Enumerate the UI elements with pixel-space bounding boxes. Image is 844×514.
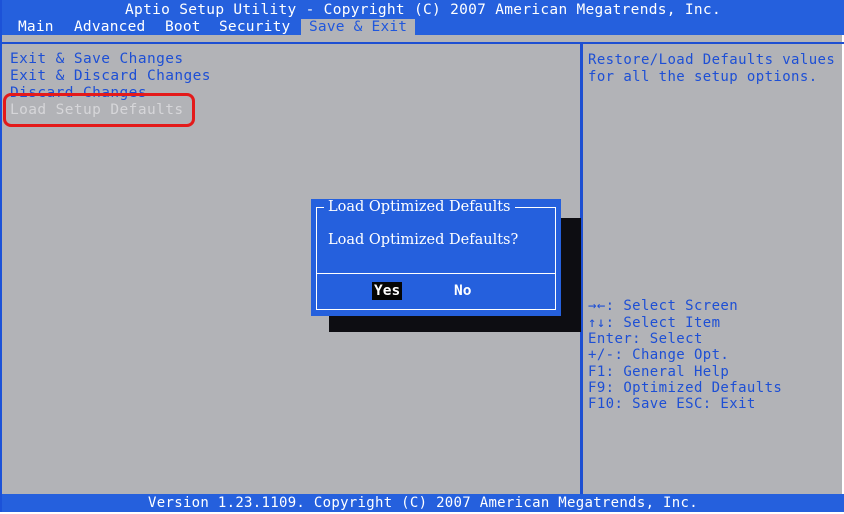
- dialog-separator: [316, 273, 556, 274]
- tab-save-exit[interactable]: Save & Exit: [301, 19, 416, 35]
- selection-highlight-ring: [3, 93, 195, 127]
- tab-boot[interactable]: Boot: [165, 19, 201, 35]
- bios-screen: Aptio Setup Utility - Copyright (C) 2007…: [0, 0, 844, 512]
- menu-item-exit-discard[interactable]: Exit & Discard Changes: [10, 68, 211, 84]
- help-key-select-item: ↑↓: Select Item: [588, 315, 721, 331]
- top-divider: [2, 42, 844, 44]
- help-key-select-screen: →←: Select Screen: [588, 298, 739, 314]
- help-key-enter: Enter: Select: [588, 331, 703, 347]
- help-key-save-exit: F10: Save ESC: Exit: [588, 396, 756, 412]
- no-button[interactable]: No: [452, 282, 473, 300]
- menu-item-exit-save[interactable]: Exit & Save Changes: [10, 51, 183, 67]
- dialog-frame: [316, 207, 556, 310]
- tab-main[interactable]: Main: [18, 19, 54, 35]
- title-bar: Aptio Setup Utility - Copyright (C) 2007…: [2, 0, 844, 35]
- tab-advanced[interactable]: Advanced: [74, 19, 145, 35]
- help-description-line-2: for all the setup options.: [588, 69, 818, 85]
- help-key-optimized-defaults: F9: Optimized Defaults: [588, 380, 783, 396]
- yes-button[interactable]: Yes: [372, 282, 403, 300]
- utility-title: Aptio Setup Utility - Copyright (C) 2007…: [125, 2, 721, 18]
- dialog-message: Load Optimized Defaults?: [328, 232, 519, 248]
- tab-security[interactable]: Security: [219, 19, 290, 35]
- help-key-general-help: F1: General Help: [588, 364, 730, 380]
- dialog-title: Load Optimized Defaults: [324, 199, 515, 215]
- load-defaults-dialog: Load Optimized Defaults Load Optimized D…: [311, 199, 561, 316]
- footer-bar: Version 1.23.1109. Copyright (C) 2007 Am…: [2, 494, 844, 512]
- version-copyright: Version 1.23.1109. Copyright (C) 2007 Am…: [148, 495, 698, 511]
- help-description-line-1: Restore/Load Defaults values: [588, 52, 836, 68]
- help-key-change-opt: +/-: Change Opt.: [588, 347, 730, 363]
